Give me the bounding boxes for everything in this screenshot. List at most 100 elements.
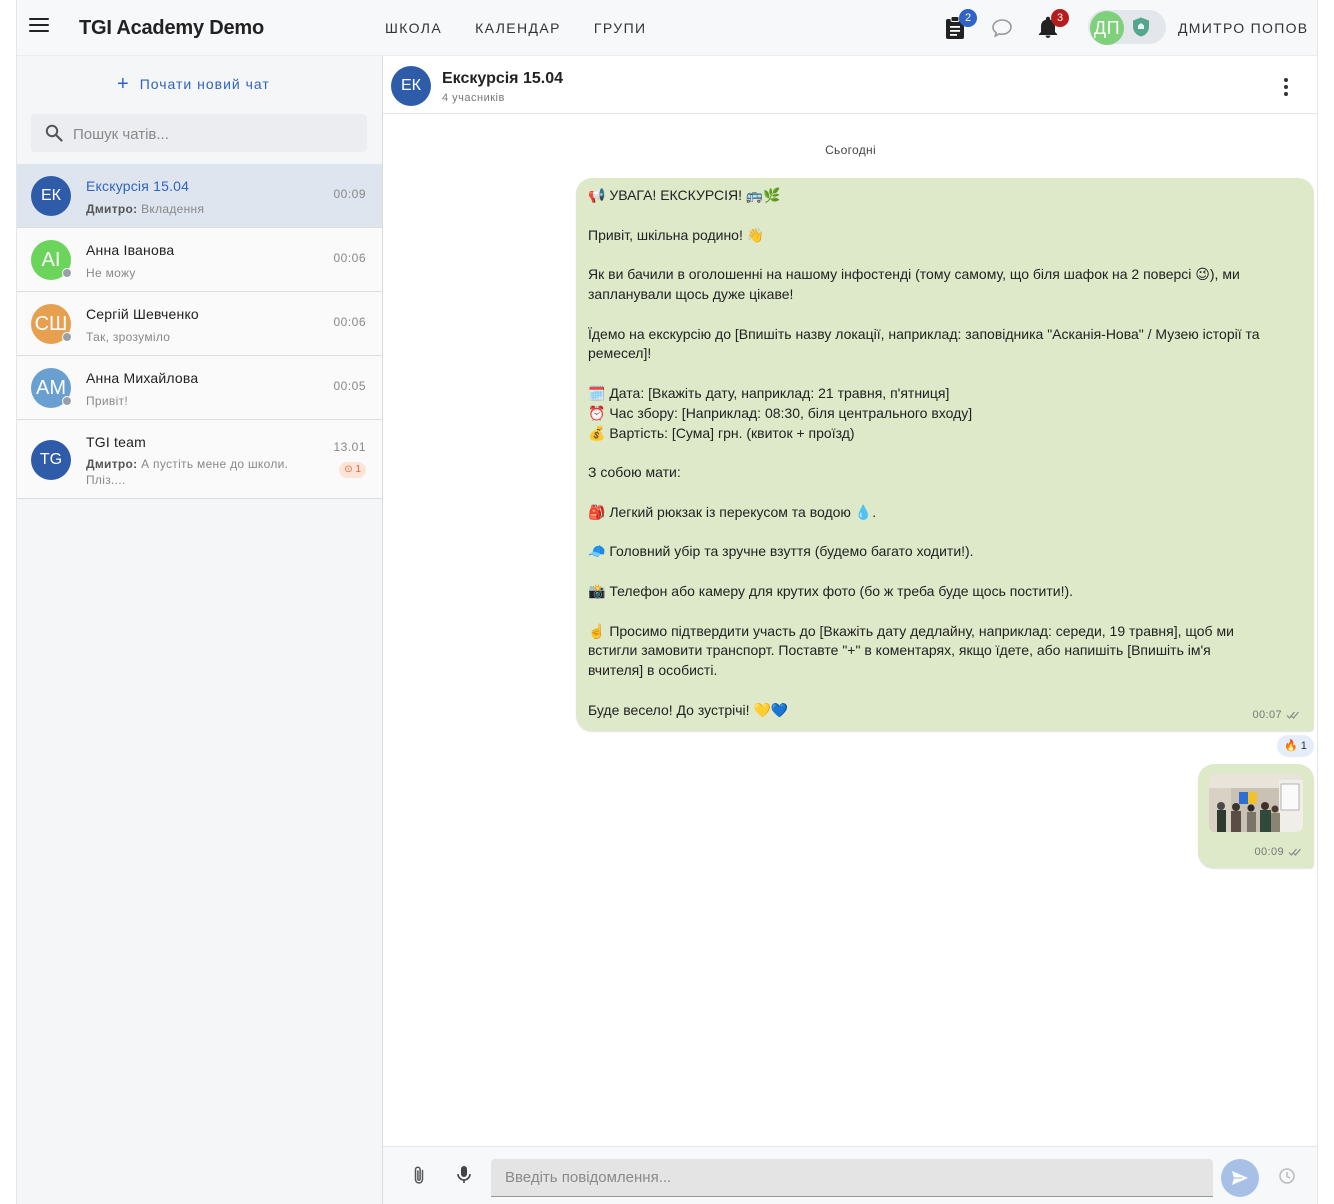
message-line: Їдемо на екскурсію до [Впишіть назву лок…: [588, 325, 1260, 342]
paperclip-icon[interactable]: [409, 1165, 429, 1192]
chat-sender: Дмитро:: [86, 202, 138, 216]
chat-list-item[interactable]: АМ Анна Михайлова Привіт! 00:05: [17, 356, 382, 420]
chat-bubble-icon: [992, 19, 1012, 38]
chat-list-item[interactable]: ЕК Екскурсія 15.04 Дмитро: Вкладення 00:…: [17, 164, 382, 228]
microphone-icon[interactable]: [455, 1164, 473, 1191]
chat-list-item[interactable]: АІ Анна Іванова Не можу 00:06: [17, 228, 382, 292]
new-chat-label: Почати новий чат: [139, 76, 270, 92]
nav-calendar[interactable]: КАЛЕНДАР: [475, 20, 561, 36]
user-name[interactable]: ДМИТРО ПОПОВ: [1178, 20, 1308, 36]
chat-preview-text: Вкладення: [141, 202, 205, 216]
message-input[interactable]: [491, 1159, 1213, 1197]
double-check-icon: [1286, 711, 1299, 719]
chat-preview: Дмитро: Вкладення: [86, 201, 306, 217]
chat-preview: Так, зрозуміло: [86, 330, 171, 344]
message-line: [588, 562, 1302, 582]
message-composer: [383, 1146, 1317, 1204]
messages-button[interactable]: [990, 16, 1014, 40]
search-input[interactable]: [71, 114, 365, 154]
chat-list-item[interactable]: TG TGI team Дмитро: А пустіть мене до шк…: [17, 420, 382, 499]
chat-name: Сергій Шевченко: [86, 306, 199, 322]
message-line: [588, 602, 1302, 622]
avatar-initials: АІ: [41, 249, 61, 271]
avatar: TG: [31, 440, 71, 480]
search-box: [31, 114, 367, 154]
chat-preview: Дмитро: А пустіть мене до школи. Пліз...…: [86, 456, 306, 488]
message-time: 00:07: [1252, 709, 1282, 721]
plus-icon: +: [117, 73, 130, 95]
chat-time: 00:09: [333, 187, 366, 201]
message-line: запланували щось дуже цікаве!: [588, 285, 794, 302]
app-title: TGI Academy Demo: [79, 17, 265, 39]
image-attachment[interactable]: [1209, 774, 1303, 832]
chat-time: 00:05: [333, 379, 366, 393]
new-chat-button[interactable]: + Почати новий чат: [117, 73, 270, 95]
offline-status-dot: [62, 396, 72, 406]
notifications-button[interactable]: 3: [1036, 9, 1069, 40]
message-line: [588, 245, 1302, 265]
message-line: [588, 364, 1302, 384]
hamburger-menu-icon[interactable]: [29, 18, 49, 34]
message-bubble[interactable]: 00:09: [1198, 764, 1314, 868]
schedule-clock-icon[interactable]: [1278, 1167, 1296, 1190]
chat-name: TGI team: [86, 434, 146, 450]
message-bubble[interactable]: 📢 УВАГА! ЕКСКУРСІЯ! 🚌🌿 Привіт, шкільна ро…: [576, 178, 1314, 731]
message-line: [588, 681, 1302, 701]
chat-name: Анна Михайлова: [86, 370, 199, 386]
offline-status-dot: [62, 332, 72, 342]
message-line: ремесел]!: [588, 345, 652, 362]
chat-sender: Дмитро:: [86, 457, 138, 471]
unread-count: 1: [355, 464, 361, 475]
message-time: 00:09: [1254, 846, 1284, 858]
unread-badge: ⊙ 1: [339, 462, 366, 478]
top-icons: 2 3 ДП ДМИТРО ПОПОВ: [942, 9, 1317, 46]
message-line: З собою мати:: [588, 464, 681, 481]
message-line: 🎒 Легкий рюкзак із перекусом та водою 💧.: [588, 503, 877, 520]
reaction-chip[interactable]: 🔥 1: [1277, 735, 1314, 757]
app-window: TGI Academy Demo ШКОЛА КАЛЕНДАР ГРУПИ 2: [16, 0, 1318, 1204]
message-line: 🧢 Головний убір та зручне взуття (будемо…: [588, 543, 974, 560]
more-options-icon[interactable]: [1284, 78, 1290, 96]
avatar: ЕК: [391, 66, 431, 106]
shield-icon: [1130, 16, 1152, 38]
send-button[interactable]: [1221, 1159, 1259, 1197]
message-line: ⏰ Час збору: [Наприклад: 08:30, біля цен…: [588, 404, 973, 421]
chat-preview: Не можу: [86, 266, 136, 280]
chat-name: Анна Іванова: [86, 242, 175, 258]
message-line: вчителя] в особисті.: [588, 662, 718, 679]
avatar: ДП: [1090, 11, 1124, 45]
main-nav: ШКОЛА КАЛЕНДАР ГРУПИ: [385, 20, 647, 36]
avatar: АІ: [31, 240, 72, 280]
top-bar: TGI Academy Demo ШКОЛА КАЛЕНДАР ГРУПИ 2: [17, 0, 1317, 56]
day-separator: Сьогодні: [825, 143, 876, 157]
notifications-badge: 3: [1051, 9, 1069, 27]
message-line: [588, 206, 1302, 226]
message-line: [588, 483, 1302, 503]
double-check-icon: [1288, 848, 1301, 856]
avatar-initials: АМ: [36, 377, 66, 399]
offline-status-dot: [62, 268, 72, 278]
chat-title[interactable]: Екскурсія 15.04: [442, 70, 563, 88]
chat-list: ЕК Екскурсія 15.04 Дмитро: Вкладення 00:…: [17, 164, 382, 499]
message-text: 📢 УВАГА! ЕКСКУРСІЯ! 🚌🌿 Привіт, шкільна ро…: [588, 186, 1302, 721]
message-line: Як ви бачили в оголошенні на нашому інфо…: [588, 266, 1240, 283]
message-line: 📸 Телефон або камеру для крутих фото (бо…: [588, 582, 1074, 599]
chat-subtitle: 4 учасників: [442, 92, 505, 104]
chat-panel: ЕК Екскурсія 15.04 4 учасників Сьогодні …: [383, 56, 1317, 1204]
chat-time: 00:06: [333, 315, 366, 329]
chat-list-item[interactable]: СШ Сергій Шевченко Так, зрозуміло 00:06: [17, 292, 382, 356]
tasks-button[interactable]: 2: [944, 9, 977, 40]
message-line: Привіт, шкільна родино! 👋: [588, 226, 765, 243]
send-icon: [1232, 1171, 1248, 1185]
user-menu[interactable]: ДП: [1088, 10, 1166, 45]
nav-school[interactable]: ШКОЛА: [385, 20, 442, 36]
chat-name: Екскурсія 15.04: [86, 178, 190, 194]
message-meta: 00:09: [1254, 846, 1302, 858]
tasks-badge: 2: [959, 9, 977, 27]
message-line: [588, 523, 1302, 543]
avatar: АМ: [31, 368, 72, 408]
nav-groups[interactable]: ГРУПИ: [594, 20, 647, 36]
message-line: [588, 443, 1302, 463]
message-meta: 00:07: [1252, 709, 1300, 721]
message-line: 💰 Вартість: [Сума] грн. (квиток + проїзд…: [588, 424, 855, 441]
